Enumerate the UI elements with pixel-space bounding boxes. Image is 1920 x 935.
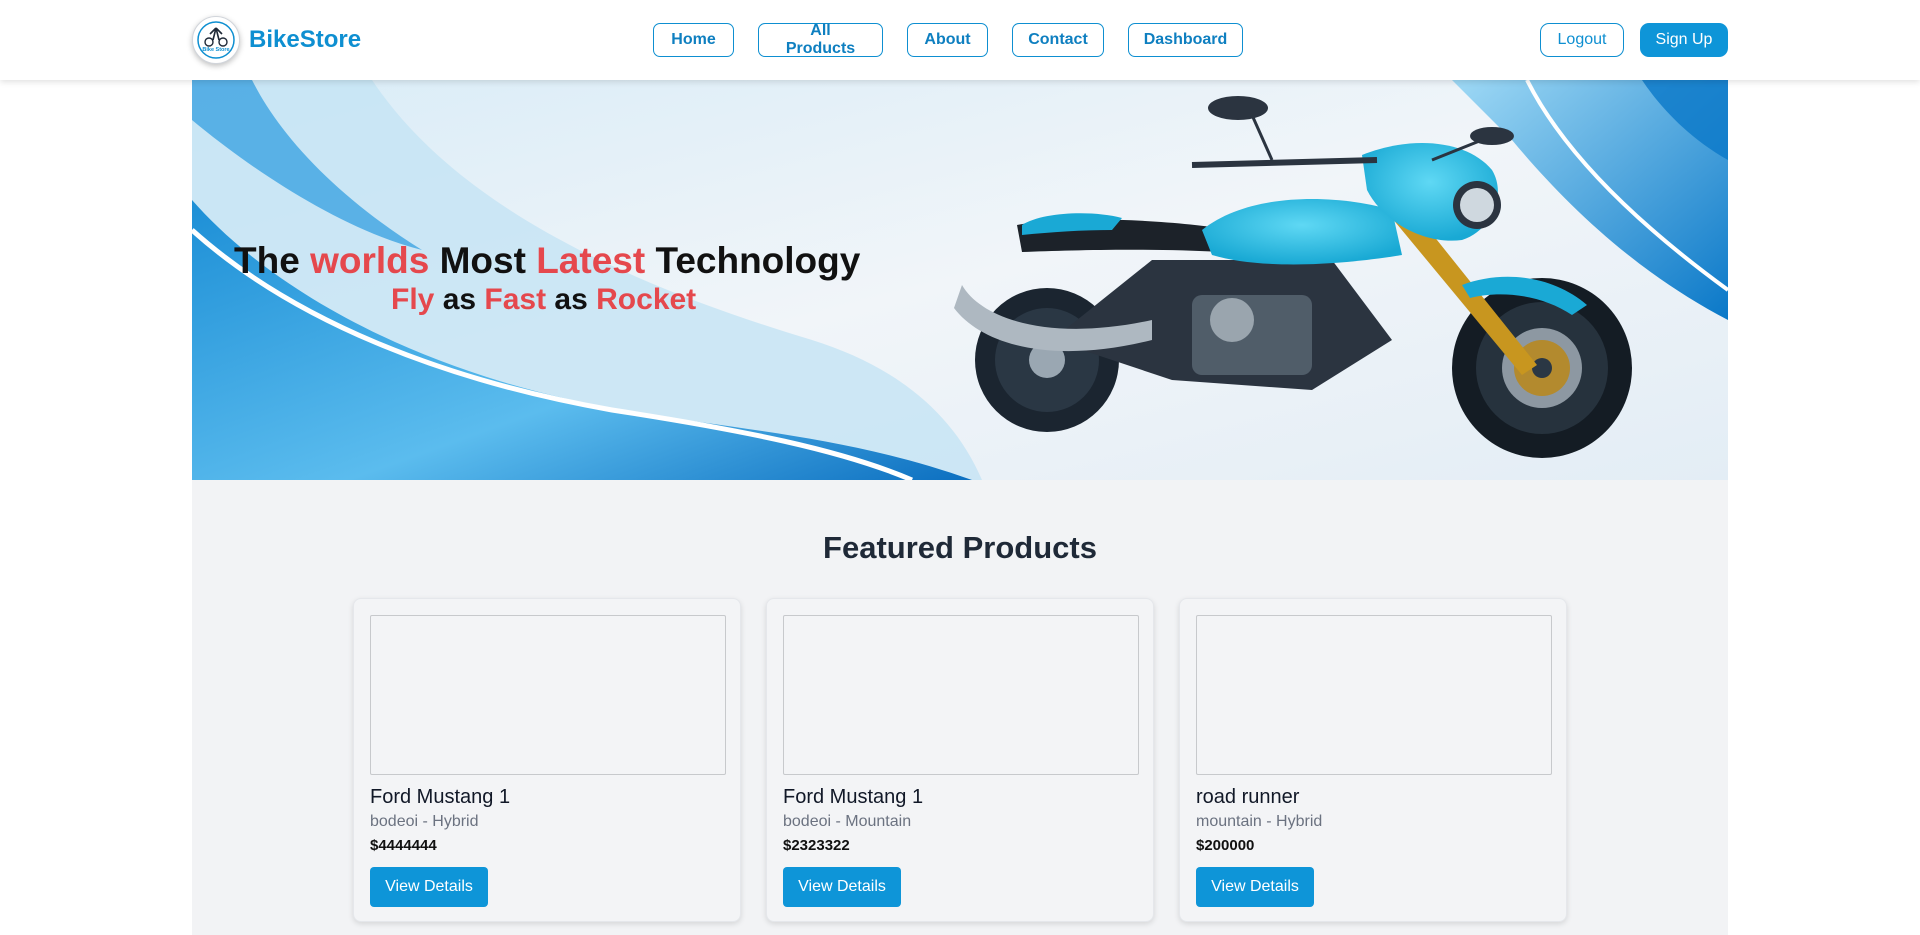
hero-subtitle-part: as [546,283,597,316]
product-name: Ford Mustang 1 [370,786,511,808]
featured-title: Featured Products [823,530,1097,565]
site-header: Bike Store BikeStore Home All Products A… [0,0,1920,80]
product-price: $4444444 [370,837,437,854]
product-name: road runner [1196,786,1300,808]
product-meta: bodeoi - Mountain [783,813,912,830]
hero-title-part: Most [429,240,537,281]
main-nav: Home All Products About Contact Dashboar… [653,22,1243,57]
view-details-button[interactable]: View Details [783,867,901,907]
hero-subtitle-accent: Rocket [596,283,697,316]
logo-lettering: Bike Store [202,47,229,53]
hero-title-part: The [234,240,311,281]
product-card: road runner mountain - Hybrid $200000 Vi… [1179,598,1567,922]
product-image [783,615,1139,775]
product-image [1196,615,1552,775]
logout-button[interactable]: Logout [1540,23,1624,57]
product-image [370,615,726,775]
logo[interactable]: Bike Store BikeStore [192,16,361,64]
view-details-button[interactable]: View Details [370,867,488,907]
product-meta: bodeoi - Hybrid [370,813,479,830]
hero-title-accent: worlds [310,240,430,281]
view-details-button[interactable]: View Details [1196,867,1314,907]
product-card: Ford Mustang 1 bodeoi - Mountain $232332… [766,598,1154,922]
nav-about-button[interactable]: About [907,23,988,57]
sign-up-button[interactable]: Sign Up [1640,23,1728,57]
product-name: Ford Mustang 1 [783,786,924,808]
bike-store-logo-icon: Bike Store [192,16,240,64]
hero-banner: The worlds Most Latest Technology Fly as… [192,80,1728,480]
product-card-list: Ford Mustang 1 bodeoi - Hybrid $4444444 … [353,598,1567,922]
nav-home-button[interactable]: Home [653,23,734,57]
hero-subtitle: Fly as Fast as Rocket [391,283,696,317]
featured-products-section: Featured Products Ford Mustang 1 bodeoi … [192,480,1728,935]
hero-title-part: Technology [645,240,861,281]
hero-subtitle-part: as [434,283,485,316]
product-price: $2323322 [783,837,850,854]
brand-name[interactable]: BikeStore [249,26,361,54]
hero-title: The worlds Most Latest Technology [234,240,860,282]
product-meta: mountain - Hybrid [1196,813,1323,830]
hero-subtitle-accent: Fast [484,283,547,316]
nav-dashboard-button[interactable]: Dashboard [1128,23,1243,57]
auth-actions: Logout Sign Up [1540,23,1728,57]
hero-subtitle-accent: Fly [391,283,435,316]
product-card: Ford Mustang 1 bodeoi - Hybrid $4444444 … [353,598,741,922]
hero-title-accent: Latest [536,240,646,281]
nav-all-products-button[interactable]: All Products [758,22,883,57]
nav-contact-button[interactable]: Contact [1012,23,1104,57]
product-price: $200000 [1196,837,1255,854]
